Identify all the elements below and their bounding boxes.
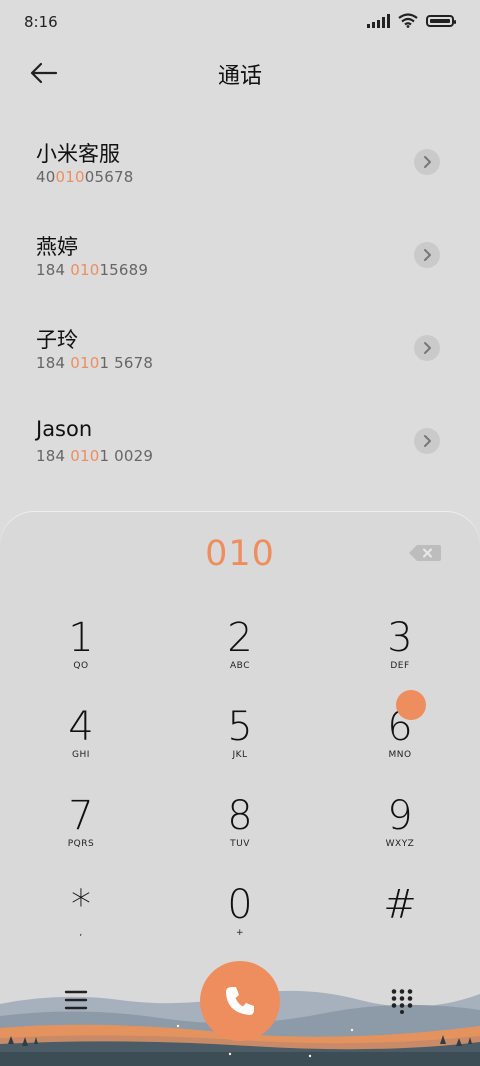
contact-row[interactable]: 燕婷 184 01015689	[0, 211, 480, 304]
contact-detail-button[interactable]	[414, 335, 440, 361]
status-bar: 8:16	[0, 0, 480, 46]
contact-detail-button[interactable]	[414, 428, 440, 454]
phone-icon	[226, 987, 254, 1015]
chevron-right-icon	[424, 342, 431, 354]
touch-indicator	[396, 690, 426, 720]
key-7[interactable]: 7 PQRS	[21, 794, 141, 874]
contact-name: 子玲	[36, 328, 78, 352]
key-1[interactable]: 1 QO	[21, 616, 141, 696]
key-6[interactable]: 6 MNO	[340, 705, 460, 785]
chevron-right-icon	[424, 249, 431, 261]
key-2[interactable]: 2 ABC	[180, 616, 300, 696]
status-time: 8:16	[24, 13, 58, 31]
contact-name: Jason	[36, 417, 93, 441]
backspace-icon[interactable]	[408, 544, 442, 562]
contact-number: 184 0101 0029	[36, 447, 154, 465]
contact-row[interactable]: 子玲 184 0101 5678	[0, 304, 480, 397]
chevron-right-icon	[424, 435, 431, 447]
key-0[interactable]: 0 +	[180, 883, 300, 963]
dialpad-toggle-icon[interactable]	[390, 988, 414, 1014]
key-5[interactable]: 5 JKL	[180, 705, 300, 785]
status-icons	[367, 13, 456, 28]
call-button[interactable]	[200, 961, 280, 1041]
contact-detail-button[interactable]	[414, 242, 440, 268]
contact-number: 184 0101 5678	[36, 354, 154, 372]
key-hash[interactable]: #	[340, 883, 460, 963]
key-star[interactable]: *,	[21, 883, 141, 963]
contact-detail-button[interactable]	[414, 149, 440, 175]
key-4[interactable]: 4 GHI	[21, 705, 141, 785]
chevron-right-icon	[424, 156, 431, 168]
contact-number: 4001005678	[36, 168, 134, 186]
contact-name: 燕婷	[36, 235, 78, 259]
wifi-icon	[398, 13, 418, 28]
header: 通话	[0, 50, 480, 94]
dialpad-sheet: 010 1 QO 2 ABC 3 DEF 4 GHI 5 JKL 6 MNO 7 PQRS 8…	[0, 512, 480, 1066]
contact-row[interactable]: 小米客服 4001005678	[0, 118, 480, 211]
key-8[interactable]: 8 TUV	[180, 794, 300, 874]
contact-row[interactable]: Jason 184 0101 0029	[0, 397, 480, 490]
key-3[interactable]: 3 DEF	[340, 616, 460, 696]
menu-icon[interactable]	[62, 986, 90, 1014]
contact-name: 小米客服	[36, 142, 120, 166]
contact-number: 184 01015689	[36, 261, 149, 279]
page-title: 通话	[217, 64, 262, 89]
signal-icon	[367, 13, 390, 28]
key-9[interactable]: 9 WXYZ	[340, 794, 460, 874]
contact-list: 小米客服 4001005678 燕婷 184 01015689 子玲 184 0…	[0, 118, 480, 490]
battery-icon	[426, 14, 456, 27]
